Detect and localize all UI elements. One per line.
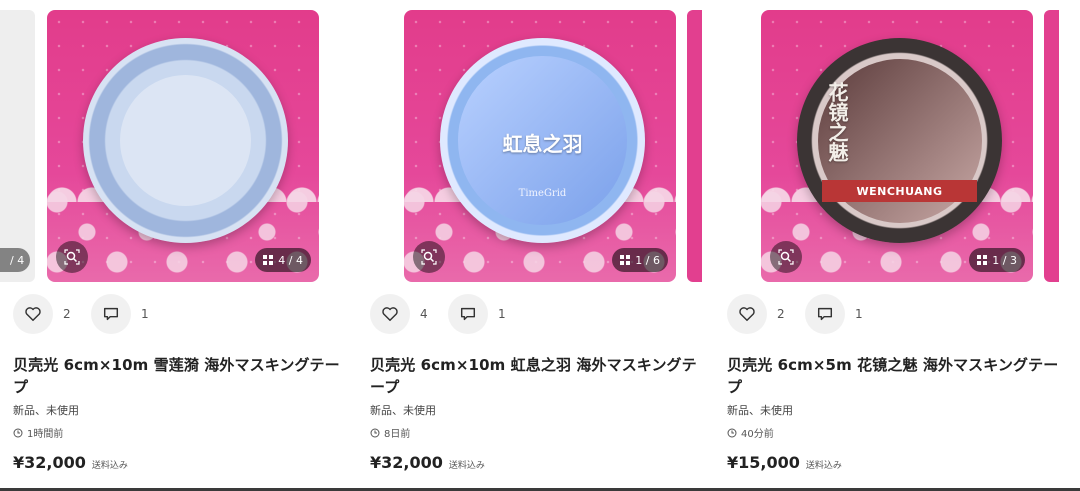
price-value: ¥32,000: [13, 453, 86, 472]
image-counter-text: 4 / 4: [278, 253, 303, 267]
listing-card[interactable]: 虹息之羽 TimeGrid 1 / 6 4 1 贝壳光 6cm×10m 虹息之羽…: [357, 0, 702, 491]
like-button[interactable]: [370, 294, 410, 334]
shipping-note: 送料込み: [448, 461, 485, 471]
comment-count: 1: [855, 307, 863, 321]
posted-time-text: 1時間前: [27, 429, 64, 440]
price: ¥15,000 送料込み: [727, 453, 842, 472]
image-search-icon: [778, 249, 794, 265]
heart-icon: [739, 307, 755, 322]
image-counter: 4 / 4: [255, 248, 311, 272]
product-photo[interactable]: 虹息之羽 TimeGrid 1 / 6: [404, 10, 676, 282]
price: ¥32,000 送料込み: [13, 453, 128, 472]
shipping-note: 送料込み: [805, 461, 842, 471]
grid-icon: [620, 255, 631, 265]
posted-time: 40分前: [727, 425, 774, 440]
posted-time: 1時間前: [13, 425, 63, 440]
price-value: ¥32,000: [370, 453, 443, 472]
comment-button[interactable]: [448, 294, 488, 334]
listing-actions: 2 1: [727, 294, 873, 334]
clock-icon: [727, 428, 737, 437]
posted-time-text: 8日前: [384, 429, 411, 440]
price-value: ¥15,000: [727, 453, 800, 472]
price: ¥32,000 送料込み: [370, 453, 485, 472]
heart-icon: [382, 307, 398, 322]
image-carousel[interactable]: 花镜之魅 WENCHUANG 1 / 3: [714, 10, 1059, 282]
tape-brand: TimeGrid: [518, 188, 567, 199]
comment-icon: [103, 307, 119, 321]
product-photo[interactable]: 花镜之魅 WENCHUANG 1 / 3: [761, 10, 1033, 282]
product-photo[interactable]: 4 / 4: [47, 10, 319, 282]
tape-roll-inner: [119, 74, 252, 207]
item-condition: 新品、未使用: [370, 404, 436, 417]
previous-image-counter: / 4: [0, 248, 31, 272]
posted-time: 8日前: [370, 425, 410, 440]
image-counter: 1 / 6: [612, 248, 668, 272]
listing-title[interactable]: 贝壳光 6cm×10m 雪莲漪 海外マスキングテープ: [13, 354, 345, 398]
next-image-peek[interactable]: [1044, 10, 1059, 282]
listing-card[interactable]: / 4 4 / 4 2 1 贝壳光 6cm×10m 雪莲漪 海外マスキングテープ…: [0, 0, 345, 491]
heart-icon: [25, 307, 41, 322]
like-count: 4: [420, 307, 428, 321]
comment-button[interactable]: [91, 294, 131, 334]
like-button[interactable]: [727, 294, 767, 334]
previous-image-peek[interactable]: [0, 10, 35, 282]
listing-actions: 2 1: [13, 294, 159, 334]
tape-roll: 花镜之魅 WENCHUANG: [797, 38, 1002, 243]
tape-print-title: 花镜之魅: [825, 82, 849, 162]
comment-icon: [817, 307, 833, 321]
listing-card[interactable]: 花镜之魅 WENCHUANG 1 / 3 2 1 贝壳光 6cm×5m 花镜之魅…: [714, 0, 1059, 491]
grid-icon: [263, 255, 274, 265]
posted-time-text: 40分前: [741, 429, 774, 440]
image-carousel[interactable]: 虹息之羽 TimeGrid 1 / 6: [357, 10, 702, 282]
clock-icon: [370, 428, 380, 437]
comment-count: 1: [141, 307, 149, 321]
grid-icon: [977, 255, 988, 265]
shipping-note: 送料込み: [91, 461, 128, 471]
comment-icon: [460, 307, 476, 321]
like-count: 2: [63, 307, 71, 321]
comment-count: 1: [498, 307, 506, 321]
image-search-button[interactable]: [770, 241, 802, 273]
next-image-peek[interactable]: [687, 10, 702, 282]
item-condition: 新品、未使用: [13, 404, 79, 417]
comment-button[interactable]: [805, 294, 845, 334]
image-search-button[interactable]: [56, 241, 88, 273]
item-condition: 新品、未使用: [727, 404, 793, 417]
clock-icon: [13, 428, 23, 437]
listing-actions: 4 1: [370, 294, 516, 334]
image-counter-text: 1 / 6: [635, 253, 660, 267]
image-search-button[interactable]: [413, 241, 445, 273]
image-counter-text: 1 / 3: [992, 253, 1017, 267]
like-count: 2: [777, 307, 785, 321]
listing-title[interactable]: 贝壳光 6cm×10m 虹息之羽 海外マスキングテープ: [370, 354, 702, 398]
image-search-icon: [421, 249, 437, 265]
image-carousel[interactable]: / 4 4 / 4: [0, 10, 345, 282]
tape-roll: [83, 38, 288, 243]
listing-title[interactable]: 贝壳光 6cm×5m 花镜之魅 海外マスキングテープ: [727, 354, 1059, 398]
like-button[interactable]: [13, 294, 53, 334]
tape-brand: WENCHUANG: [822, 180, 977, 202]
tape-roll: 虹息之羽 TimeGrid: [440, 38, 645, 243]
tape-print-title: 虹息之羽: [502, 132, 583, 156]
image-search-icon: [64, 249, 80, 265]
image-counter: 1 / 3: [969, 248, 1025, 272]
